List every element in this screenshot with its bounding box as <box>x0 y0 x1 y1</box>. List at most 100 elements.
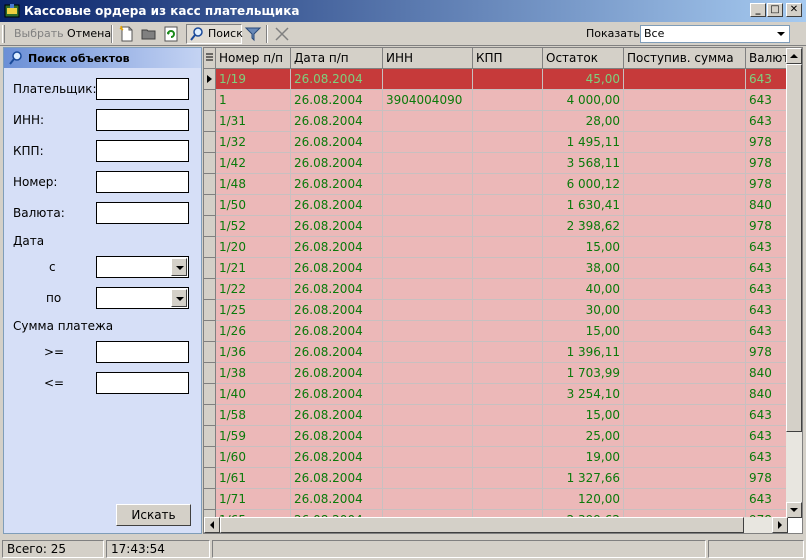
select-button[interactable]: Выбрать <box>14 25 64 43</box>
amount-min-input[interactable] <box>96 341 189 363</box>
number-input[interactable] <box>96 171 189 193</box>
row-indicator[interactable] <box>204 237 216 258</box>
table-cell: 643 <box>746 489 789 510</box>
row-indicator[interactable] <box>204 489 216 510</box>
table-cell <box>624 300 746 321</box>
table-cell <box>383 132 473 153</box>
table-cell: 643 <box>746 258 789 279</box>
show-filter-select[interactable]: Все <box>640 25 790 43</box>
row-indicator[interactable] <box>204 426 216 447</box>
row-indicator[interactable] <box>204 405 216 426</box>
row-indicator[interactable] <box>204 342 216 363</box>
table-row[interactable]: 1/36 26.08.2004 1 396,11 978 <box>204 342 789 363</box>
table-row[interactable]: 1/19 26.08.2004 45,00 643 <box>204 69 789 90</box>
clear-filter-icon[interactable] <box>273 25 291 43</box>
filter-icon[interactable] <box>244 25 262 43</box>
table-row[interactable]: 1/26 26.08.2004 15,00 643 <box>204 321 789 342</box>
table-row[interactable]: 1/52 26.08.2004 2 398,62 978 <box>204 216 789 237</box>
app-icon <box>4 4 20 18</box>
table-row[interactable]: 1/22 26.08.2004 40,00 643 <box>204 279 789 300</box>
table-row[interactable]: 1/59 26.08.2004 25,00 643 <box>204 426 789 447</box>
table-row[interactable]: 1 26.08.2004 3904004090 4 000,00 643 <box>204 90 789 111</box>
row-indicator[interactable] <box>204 300 216 321</box>
table-row[interactable]: 1/42 26.08.2004 3 568,11 978 <box>204 153 789 174</box>
row-indicator[interactable] <box>204 132 216 153</box>
column-header[interactable]: Номер п/п <box>216 48 291 69</box>
date-to-picker[interactable] <box>96 287 189 309</box>
row-indicator[interactable] <box>204 195 216 216</box>
currency-input[interactable] <box>96 202 189 224</box>
row-indicator[interactable] <box>204 279 216 300</box>
table-row[interactable]: 1/50 26.08.2004 1 630,41 840 <box>204 195 789 216</box>
toolbar-grip[interactable] <box>2 25 5 43</box>
minimize-button[interactable]: _ <box>750 3 766 17</box>
column-header[interactable]: Остаток <box>543 48 624 69</box>
row-indicator[interactable] <box>204 321 216 342</box>
row-indicator[interactable] <box>204 384 216 405</box>
row-indicator[interactable] <box>204 447 216 468</box>
table-cell: 643 <box>746 447 789 468</box>
row-indicator[interactable] <box>204 216 216 237</box>
table-cell: 840 <box>746 384 789 405</box>
table-row[interactable]: 1/38 26.08.2004 1 703,99 840 <box>204 363 789 384</box>
amount-max-input[interactable] <box>96 372 189 394</box>
table-row[interactable]: 1/58 26.08.2004 15,00 643 <box>204 405 789 426</box>
table-row[interactable]: 1/32 26.08.2004 1 495,11 978 <box>204 132 789 153</box>
table-cell: 1/31 <box>216 111 291 132</box>
kpp-input[interactable] <box>96 140 189 162</box>
table-row[interactable]: 1/25 26.08.2004 30,00 643 <box>204 300 789 321</box>
row-indicator[interactable] <box>204 111 216 132</box>
table-row[interactable]: 1/31 26.08.2004 28,00 643 <box>204 111 789 132</box>
column-header[interactable]: Дата п/п <box>291 48 383 69</box>
row-indicator[interactable] <box>204 363 216 384</box>
row-indicator[interactable] <box>204 174 216 195</box>
row-indicator[interactable] <box>204 153 216 174</box>
column-header[interactable]: КПП <box>473 48 543 69</box>
find-button[interactable]: Искать <box>116 504 191 526</box>
refresh-icon[interactable] <box>162 25 180 43</box>
scroll-left-button[interactable] <box>204 517 220 533</box>
table-row[interactable]: 1/40 26.08.2004 3 254,10 840 <box>204 384 789 405</box>
search-panel-header: Поиск объектов <box>4 48 201 68</box>
folder-icon[interactable] <box>140 25 158 43</box>
table-row[interactable]: 1/71 26.08.2004 120,00 643 <box>204 489 789 510</box>
table-cell <box>624 468 746 489</box>
table-cell: 1/32 <box>216 132 291 153</box>
row-indicator[interactable] <box>204 258 216 279</box>
chevron-down-icon[interactable] <box>773 26 789 42</box>
column-chooser-icon[interactable] <box>204 48 216 69</box>
cancel-button[interactable]: Отмена <box>67 25 111 43</box>
table-row[interactable]: 1/61 26.08.2004 1 327,66 978 <box>204 468 789 489</box>
table-cell <box>473 489 543 510</box>
column-header[interactable]: Поступив. сумма <box>624 48 746 69</box>
column-header[interactable]: ИНН <box>383 48 473 69</box>
scroll-up-button[interactable] <box>786 48 802 64</box>
new-document-icon[interactable] <box>118 25 136 43</box>
inn-input[interactable] <box>96 109 189 131</box>
payer-input[interactable] <box>96 78 189 100</box>
scroll-right-button[interactable] <box>772 517 788 533</box>
vertical-scrollbar[interactable] <box>786 48 802 518</box>
column-header[interactable]: Валюта <box>746 48 789 69</box>
horizontal-scrollbar[interactable] <box>204 517 788 533</box>
table-row[interactable]: 1/21 26.08.2004 38,00 643 <box>204 258 789 279</box>
close-button[interactable]: ✕ <box>786 3 802 17</box>
vertical-scroll-thumb[interactable] <box>786 64 802 432</box>
table-cell <box>624 69 746 90</box>
row-indicator[interactable] <box>204 69 216 90</box>
chevron-down-icon[interactable] <box>171 289 187 307</box>
search-toggle-button[interactable]: Поиск <box>186 24 243 44</box>
maximize-button[interactable]: □ <box>767 3 783 17</box>
scroll-down-button[interactable] <box>786 502 802 518</box>
table-cell: 28,00 <box>543 111 624 132</box>
table-row[interactable]: 1/48 26.08.2004 6 000,12 978 <box>204 174 789 195</box>
status-total: Всего: 25 <box>2 540 104 558</box>
table-cell: 643 <box>746 90 789 111</box>
row-indicator[interactable] <box>204 90 216 111</box>
row-indicator[interactable] <box>204 468 216 489</box>
date-from-picker[interactable] <box>96 256 189 278</box>
table-row[interactable]: 1/20 26.08.2004 15,00 643 <box>204 237 789 258</box>
table-row[interactable]: 1/60 26.08.2004 19,00 643 <box>204 447 789 468</box>
chevron-down-icon[interactable] <box>171 258 187 276</box>
horizontal-scroll-thumb[interactable] <box>220 517 744 533</box>
